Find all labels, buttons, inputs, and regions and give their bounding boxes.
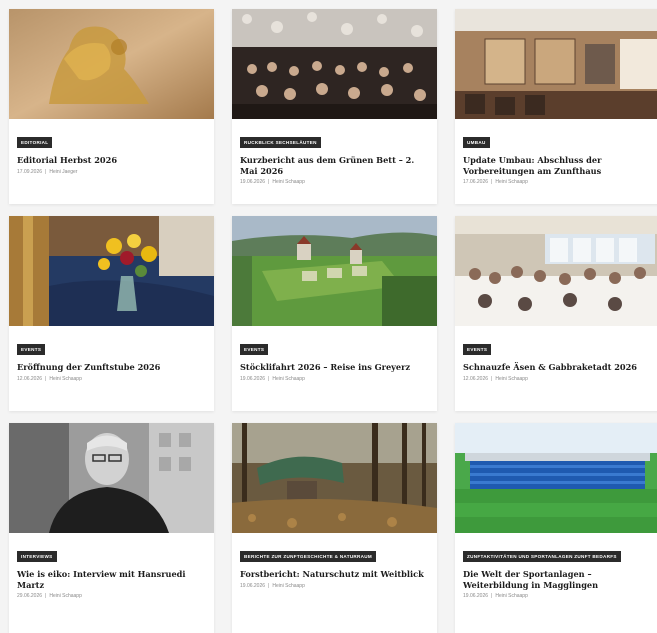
article-card[interactable]: UMBAU Update Umbau: Abschluss der Vorber… (455, 9, 657, 204)
article-image-wood-room[interactable] (455, 9, 657, 119)
article-meta: 19.06.2026 | Heini Schaapp (240, 179, 429, 185)
article-card[interactable]: EVENTS Eröffnung der Zunftstube 2026 12.… (9, 216, 214, 411)
article-title[interactable]: Stöcklifahrt 2026 – Reise ins Greyerz (240, 362, 429, 373)
article-card[interactable]: RUCKBLICK SECHSELÄUTEN Kurzbericht aus d… (232, 9, 437, 204)
article-meta: 17.09.2026 | Heini Jaeger (17, 169, 206, 175)
article-date: 19.06.2026 (240, 582, 266, 589)
category-badge[interactable]: EVENTS (240, 344, 269, 356)
article-author: Heini Schaapp (495, 179, 528, 186)
article-date: 19.06.2026 (463, 593, 489, 600)
article-author: Heini Schaapp (272, 179, 305, 186)
article-title[interactable]: Eröffnung der Zunftstube 2026 (17, 362, 206, 373)
article-title[interactable]: Editorial Herbst 2026 (17, 155, 206, 166)
article-image-flowers-table[interactable] (9, 216, 214, 326)
meta-separator: | (268, 375, 270, 382)
category-badge[interactable]: UMBAU (463, 137, 490, 149)
article-title[interactable]: Die Welt der Sportanlagen – Weiterbildun… (463, 569, 652, 590)
article-author: Heini Schaapp (272, 375, 305, 382)
meta-separator: | (268, 582, 270, 589)
meta-separator: | (45, 375, 47, 382)
meta-separator: | (491, 593, 493, 600)
article-date: 19.06.2026 (240, 375, 266, 382)
article-author: Heini Schaapp (49, 593, 82, 600)
article-title[interactable]: Update Umbau: Abschluss der Vorbereitung… (463, 155, 652, 176)
article-meta: 29.06.2026 | Heini Schaapp (17, 593, 206, 599)
article-author: Heini Jaeger (49, 168, 78, 175)
article-image-stadium[interactable] (455, 423, 657, 533)
article-title[interactable]: Kurzbericht aus dem Grünen Bett – 2. Mai… (240, 155, 429, 176)
article-title[interactable]: Wie is eiko: Interview mit Hansruedi Mar… (17, 569, 206, 590)
article-card[interactable]: ZUNFTAKTIVITÄTEN UND SPORTANLAGEN ZUNFT … (455, 423, 657, 633)
category-badge[interactable]: RUCKBLICK SECHSELÄUTEN (240, 137, 321, 149)
article-title[interactable]: Forstbericht: Naturschutz mit Weitblick (240, 569, 429, 580)
article-date: 17.09.2026 (17, 168, 43, 175)
category-badge[interactable]: EVENTS (17, 344, 46, 356)
category-badge[interactable]: EDITORIAL (17, 137, 53, 149)
article-image-portrait[interactable] (9, 423, 214, 533)
article-date: 12.06.2026 (17, 375, 43, 382)
category-badge[interactable]: INTERVIEWS (17, 551, 57, 563)
article-date: 17.06.2026 (463, 179, 489, 186)
category-badge[interactable]: ZUNFTAKTIVITÄTEN UND SPORTANLAGEN ZUNFT … (463, 551, 621, 563)
article-author: Heini Schaapp (495, 375, 528, 382)
article-image-banquet-hall[interactable] (232, 9, 437, 119)
article-meta: 19.06.2026 | Heini Schaapp (240, 583, 429, 589)
article-image-forest-shelter[interactable] (232, 423, 437, 533)
meta-separator: | (45, 593, 47, 600)
meta-separator: | (45, 168, 47, 175)
meta-separator: | (268, 179, 270, 186)
article-date: 29.06.2026 (17, 593, 43, 600)
news-grid: EDITORIAL Editorial Herbst 2026 17.09.20… (9, 9, 657, 633)
article-image-castle-aerial[interactable] (232, 216, 437, 326)
category-badge[interactable]: BERICHTE ZUR ZUNFTGESCHICHTE & NATURRAUM (240, 551, 377, 563)
article-meta: 17.06.2026 | Heini Schaapp (463, 179, 652, 185)
article-title[interactable]: Schnauzfe Äsen & Gabbraketadt 2026 (463, 362, 652, 373)
category-badge[interactable]: EVENTS (463, 344, 492, 356)
article-author: Heini Schaapp (272, 582, 305, 589)
article-date: 12.06.2026 (463, 375, 489, 382)
article-card[interactable]: EDITORIAL Editorial Herbst 2026 17.09.20… (9, 9, 214, 204)
article-author: Heini Schaapp (49, 375, 82, 382)
article-image-golden-lion[interactable] (9, 9, 214, 119)
meta-separator: | (491, 179, 493, 186)
article-meta: 19.06.2026 | Heini Schaapp (463, 593, 652, 599)
article-card[interactable]: INTERVIEWS Wie is eiko: Interview mit Ha… (9, 423, 214, 633)
article-author: Heini Schaapp (495, 593, 528, 600)
meta-separator: | (491, 375, 493, 382)
article-image-dining-room[interactable] (455, 216, 657, 326)
article-meta: 12.06.2026 | Heini Schaapp (463, 376, 652, 382)
article-meta: 19.06.2026 | Heini Schaapp (240, 376, 429, 382)
article-card[interactable]: BERICHTE ZUR ZUNFTGESCHICHTE & NATURRAUM… (232, 423, 437, 633)
article-card[interactable]: EVENTS Schnauzfe Äsen & Gabbraketadt 202… (455, 216, 657, 411)
article-card[interactable]: EVENTS Stöcklifahrt 2026 – Reise ins Gre… (232, 216, 437, 411)
article-date: 19.06.2026 (240, 179, 266, 186)
article-meta: 12.06.2026 | Heini Schaapp (17, 376, 206, 382)
